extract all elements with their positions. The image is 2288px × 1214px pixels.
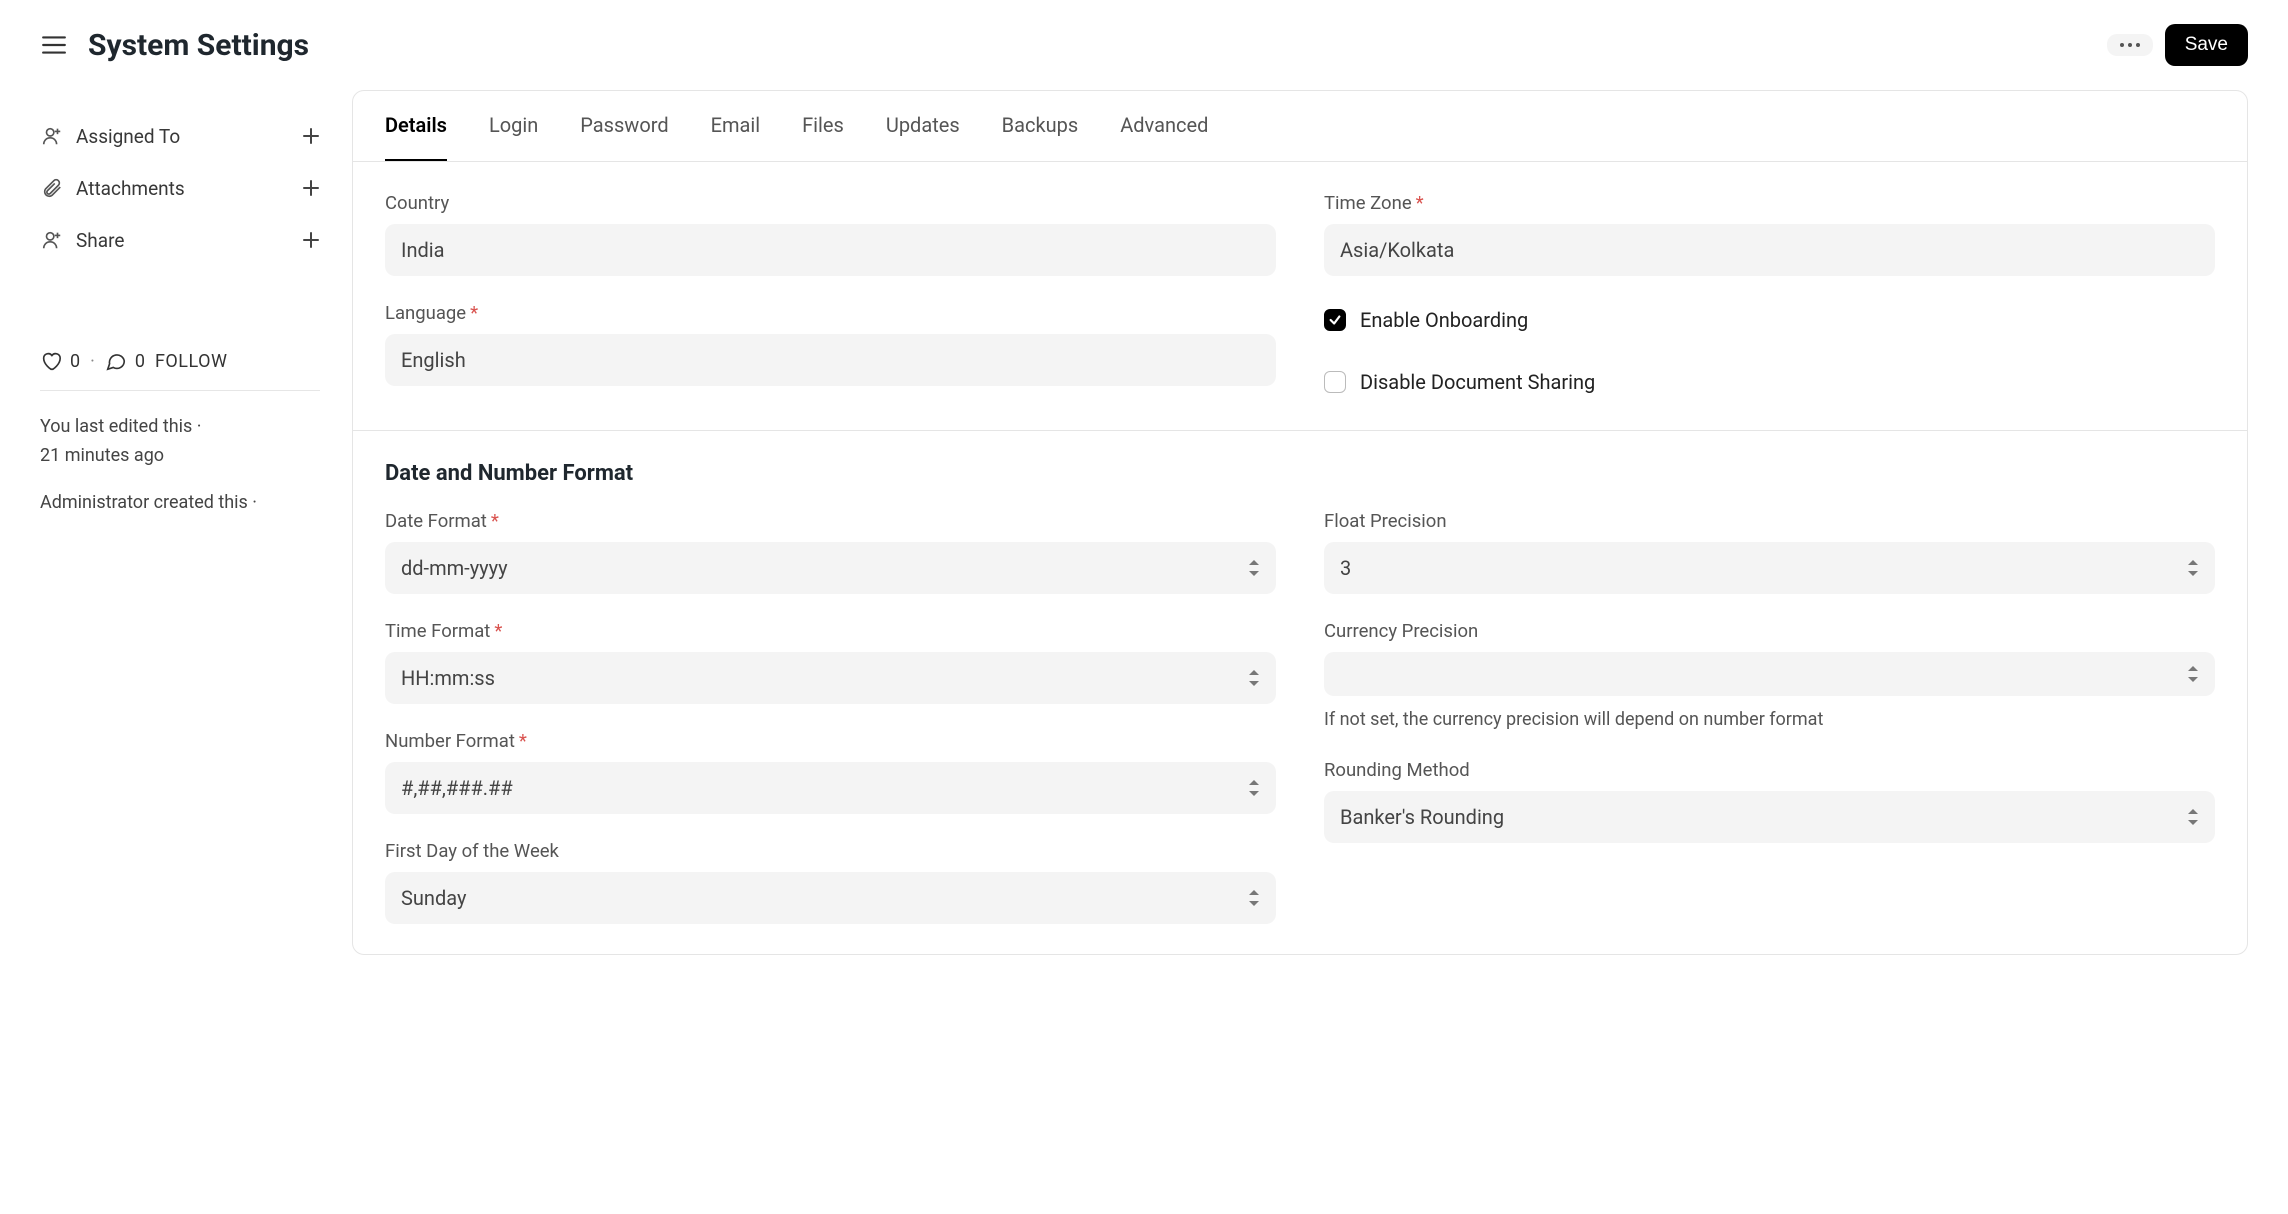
tab-backups[interactable]: Backups xyxy=(1002,91,1079,161)
select-arrows-icon xyxy=(2187,666,2199,682)
created-info: Administrator created this · xyxy=(40,489,320,518)
user-add-icon xyxy=(40,124,64,148)
select-arrows-icon xyxy=(1248,890,1260,906)
field-time-format: Time Format* HH:mm:ss xyxy=(385,620,1276,704)
menu-toggle-button[interactable] xyxy=(40,31,68,59)
field-number-format: Number Format* #,##,###.## xyxy=(385,730,1276,814)
sidebar-item-label: Assigned To xyxy=(76,125,180,148)
paperclip-icon xyxy=(40,176,64,200)
currency-precision-help: If not set, the currency precision will … xyxy=(1324,706,2215,733)
number-format-label: Number Format* xyxy=(385,730,1276,752)
select-arrows-icon xyxy=(2187,809,2199,825)
follow-button[interactable]: FOLLOW xyxy=(155,351,228,372)
hamburger-icon xyxy=(41,34,67,56)
language-input[interactable]: English xyxy=(385,334,1276,386)
last-edited-info: You last edited this · 21 minutes ago xyxy=(40,413,320,471)
sidebar-item-label: Share xyxy=(76,229,124,252)
share-icon xyxy=(40,228,64,252)
float-precision-select[interactable]: 3 xyxy=(1324,542,2215,594)
select-arrows-icon xyxy=(1248,780,1260,796)
field-currency-precision: Currency Precision If not set, the curre… xyxy=(1324,620,2215,733)
checkbox-empty-icon xyxy=(1324,371,1346,393)
rounding-method-select[interactable]: Banker's Rounding xyxy=(1324,791,2215,843)
number-format-select[interactable]: #,##,###.## xyxy=(385,762,1276,814)
plus-icon xyxy=(302,127,320,145)
field-float-precision: Float Precision 3 xyxy=(1324,510,2215,594)
currency-precision-select[interactable] xyxy=(1324,652,2215,696)
disable-doc-sharing-checkbox[interactable]: Disable Document Sharing xyxy=(1324,364,2215,400)
tab-details[interactable]: Details xyxy=(385,91,447,161)
checkbox-label: Enable Onboarding xyxy=(1360,308,1528,332)
checkbox-checked-icon xyxy=(1324,309,1346,331)
section-title-date-number: Date and Number Format xyxy=(385,461,2215,486)
like-count: 0 xyxy=(70,351,80,372)
field-rounding-method: Rounding Method Banker's Rounding xyxy=(1324,759,2215,843)
field-timezone: Time Zone* Asia/Kolkata xyxy=(1324,192,2215,276)
field-date-format: Date Format* dd-mm-yyyy xyxy=(385,510,1276,594)
tab-bar: Details Login Password Email Files Updat… xyxy=(353,91,2247,162)
heart-icon xyxy=(40,350,62,372)
timezone-label: Time Zone* xyxy=(1324,192,2215,214)
float-precision-label: Float Precision xyxy=(1324,510,2215,532)
like-button[interactable]: 0 xyxy=(40,350,80,372)
currency-precision-label: Currency Precision xyxy=(1324,620,2215,642)
tab-email[interactable]: Email xyxy=(711,91,761,161)
sidebar-item-attachments[interactable]: Attachments xyxy=(40,162,320,214)
sidebar-item-label: Attachments xyxy=(76,177,185,200)
select-arrows-icon xyxy=(2187,560,2199,576)
comment-count: 0 xyxy=(135,351,145,372)
date-format-label: Date Format* xyxy=(385,510,1276,532)
dots-horizontal-icon xyxy=(2119,42,2141,48)
select-arrows-icon xyxy=(1248,560,1260,576)
enable-onboarding-checkbox[interactable]: Enable Onboarding xyxy=(1324,302,2215,338)
checkbox-label: Disable Document Sharing xyxy=(1360,370,1595,394)
page-title: System Settings xyxy=(88,28,2107,63)
main-panel: Details Login Password Email Files Updat… xyxy=(352,90,2248,955)
tab-files[interactable]: Files xyxy=(802,91,844,161)
plus-icon xyxy=(302,179,320,197)
separator: · xyxy=(90,351,95,372)
rounding-method-label: Rounding Method xyxy=(1324,759,2215,781)
tab-password[interactable]: Password xyxy=(580,91,668,161)
tab-updates[interactable]: Updates xyxy=(886,91,960,161)
social-bar: 0 · 0 FOLLOW xyxy=(40,326,320,391)
field-first-day: First Day of the Week Sunday xyxy=(385,840,1276,924)
save-button[interactable]: Save xyxy=(2165,24,2248,66)
language-label: Language* xyxy=(385,302,1276,324)
country-label: Country xyxy=(385,192,1276,214)
comment-button[interactable]: 0 xyxy=(105,350,145,372)
time-format-label: Time Format* xyxy=(385,620,1276,642)
sidebar-item-assigned-to[interactable]: Assigned To xyxy=(40,110,320,162)
sidebar: Assigned To Attachments Share xyxy=(40,90,320,955)
sidebar-item-share[interactable]: Share xyxy=(40,214,320,266)
time-format-select[interactable]: HH:mm:ss xyxy=(385,652,1276,704)
date-format-select[interactable]: dd-mm-yyyy xyxy=(385,542,1276,594)
field-country: Country India xyxy=(385,192,1276,276)
tab-login[interactable]: Login xyxy=(489,91,538,161)
first-day-label: First Day of the Week xyxy=(385,840,1276,862)
plus-icon xyxy=(302,231,320,249)
tab-advanced[interactable]: Advanced xyxy=(1120,91,1208,161)
field-language: Language* English xyxy=(385,302,1276,386)
timezone-input[interactable]: Asia/Kolkata xyxy=(1324,224,2215,276)
select-arrows-icon xyxy=(1248,670,1260,686)
comment-icon xyxy=(105,350,127,372)
country-input[interactable]: India xyxy=(385,224,1276,276)
first-day-select[interactable]: Sunday xyxy=(385,872,1276,924)
more-actions-button[interactable] xyxy=(2107,34,2153,56)
